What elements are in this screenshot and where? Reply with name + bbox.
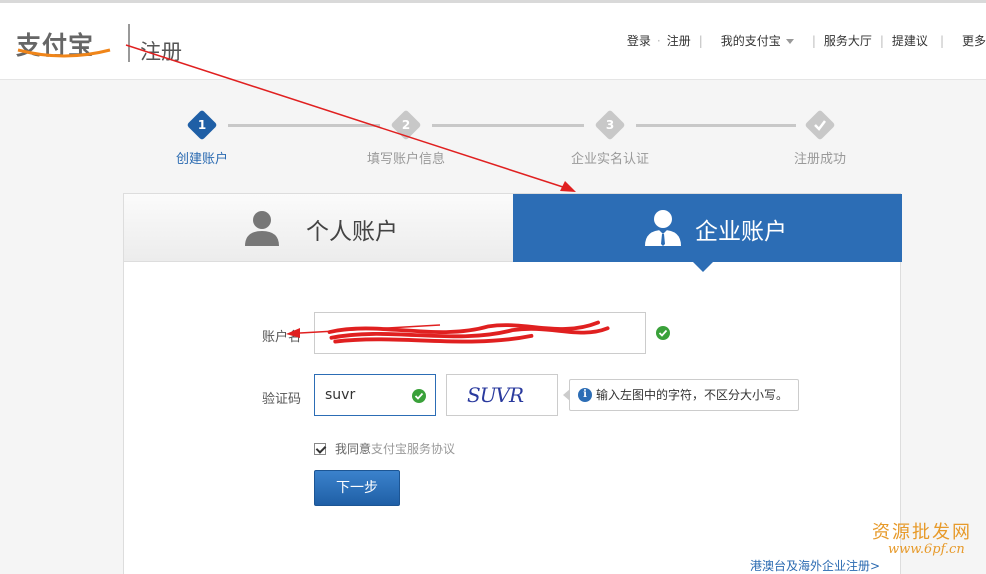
nav-separator: | — [811, 33, 816, 48]
nav-separator: | — [939, 33, 944, 48]
nav-register-link[interactable]: 注册 — [667, 32, 691, 49]
registration-card: 个人账户 企业账户 账户名 验证码 suvr SUVR i 输入左图中的字符，不… — [123, 193, 902, 574]
step-label: 注册成功 — [793, 152, 846, 167]
nav-login-link[interactable]: 登录 — [627, 32, 651, 49]
registration-steps: 1 创建账户 2 填写账户信息 3 企业实名认证 注册成功 — [0, 108, 986, 168]
tab-personal-label: 个人账户 — [306, 219, 398, 245]
captcha-tip-text: 输入左图中的字符，不区分大小写。 — [596, 388, 789, 402]
top-nav: 登录 · 注册 | 我的支付宝 | 服务大厅 | 提建议 | 更多 — [627, 32, 986, 49]
page-title: 注册 — [140, 40, 182, 64]
watermark-url: www.6pf.cn — [888, 542, 965, 557]
nav-separator: | — [879, 33, 884, 48]
nav-more-link[interactable]: 更多 — [962, 32, 986, 49]
person-icon — [245, 211, 279, 246]
step-badge — [804, 109, 836, 141]
step-badge: 2 — [390, 109, 422, 141]
nav-suggestion-link[interactable]: 提建议 — [892, 32, 928, 49]
step-fill-info: 2 填写账户信息 — [346, 108, 466, 167]
overseas-register-link[interactable]: 港澳台及海外企业注册> — [750, 557, 880, 574]
chevron-down-icon — [785, 39, 794, 44]
site-header: 支付宝 注册 登录 · 注册 | 我的支付宝 | 服务大厅 | 提建议 | 更多 — [0, 0, 986, 80]
step-label: 企业实名认证 — [570, 152, 649, 167]
business-person-icon — [645, 210, 681, 246]
step-real-name-auth: 3 企业实名认证 — [550, 108, 670, 167]
step-success: 注册成功 — [760, 108, 880, 167]
captcha-image[interactable]: SUVR — [446, 374, 558, 416]
step-create-account: 1 创建账户 — [142, 108, 262, 167]
watermark-title: 资源批发网 — [872, 522, 972, 543]
account-valid-check-icon — [656, 326, 670, 340]
top-strip — [0, 0, 986, 3]
step-badge: 3 — [594, 109, 626, 141]
account-name-label: 账户名 — [262, 330, 302, 345]
captcha-label: 验证码 — [262, 392, 302, 407]
tab-personal-account[interactable]: 个人账户 — [124, 194, 514, 262]
step-number: 2 — [401, 118, 411, 132]
logo-divider — [128, 24, 130, 62]
step-label: 创建账户 — [175, 152, 228, 167]
logo-swoosh-icon — [17, 48, 111, 58]
checkmark-icon — [814, 120, 826, 131]
nav-separator: | — [698, 33, 703, 48]
nav-my-alipay-link[interactable]: 我的支付宝 — [721, 32, 794, 49]
captcha-input-value: suvr — [325, 387, 356, 403]
annotation-arrowhead-icon — [560, 181, 576, 192]
nav-dot: · — [656, 33, 661, 48]
alipay-logo[interactable]: 支付宝 — [16, 26, 114, 60]
nav-service-hall-link[interactable]: 服务大厅 — [824, 32, 872, 49]
nav-my-alipay-label: 我的支付宝 — [720, 34, 781, 48]
redacted-scribble — [327, 320, 610, 344]
step-label: 填写账户信息 — [366, 152, 445, 167]
captcha-tip: i 输入左图中的字符，不区分大小写。 — [562, 379, 800, 411]
step-number: 1 — [197, 118, 207, 132]
step-number: 3 — [605, 118, 615, 132]
agreement-text: 我同意 — [335, 442, 372, 456]
step-badge: 1 — [186, 109, 218, 141]
info-icon: i — [578, 388, 592, 402]
next-step-button[interactable]: 下一步 — [314, 470, 400, 506]
captcha-valid-check-icon — [412, 389, 426, 403]
service-agreement-link[interactable]: 支付宝服务协议 — [371, 440, 455, 457]
agreement-row: 我同意 支付宝服务协议 — [314, 440, 455, 457]
account-name-input[interactable] — [314, 312, 646, 354]
agreement-checkbox[interactable] — [314, 442, 326, 455]
tab-enterprise-account[interactable]: 企业账户 — [513, 194, 902, 272]
captcha-image-text: SUVR — [467, 383, 524, 407]
tab-enterprise-label: 企业账户 — [695, 219, 787, 245]
